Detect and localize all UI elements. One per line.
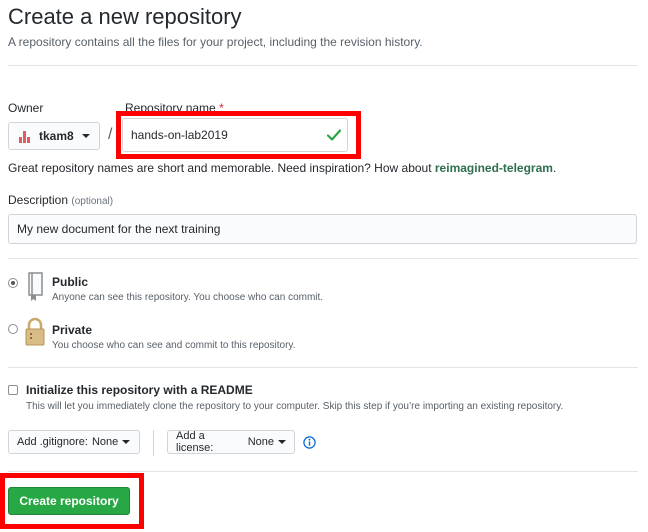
lock-icon [25,317,45,346]
divider [8,258,638,259]
readme-description: This will let you immediately clone the … [26,401,564,412]
private-label: Private [52,323,93,337]
public-radio[interactable] [8,278,18,288]
license-dropdown[interactable]: Add a license: None [167,430,295,454]
readme-label: Initialize this repository with a README [26,383,253,397]
caret-down-icon [122,440,131,444]
public-label: Public [52,275,89,289]
divider [8,471,638,472]
repo-book-icon [28,272,43,301]
readme-checkbox[interactable] [8,385,18,395]
public-description: Anyone can see this repository. You choo… [52,292,324,303]
create-button-highlight [0,473,144,529]
info-icon[interactable] [303,436,316,449]
gitignore-dropdown[interactable]: Add .gitignore: None [8,430,140,454]
separator [153,430,154,456]
private-description: You choose who can see and commit to thi… [52,340,296,351]
name-suggestion-link[interactable]: reimagined-telegram [435,161,553,175]
repo-name-highlight [116,111,361,159]
divider [8,367,638,368]
caret-down-icon [278,440,286,444]
owner-label: Owner [8,101,44,115]
caret-down-icon [81,134,90,138]
description-input[interactable]: My new document for the next training [8,214,637,244]
name-hint: Great repository names are short and mem… [8,161,557,175]
divider [8,65,638,66]
owner-avatar-icon [17,129,31,143]
owner-name: tkam8 [39,129,74,143]
description-label: Description (optional) [8,193,114,207]
page-title: Create a new repository [8,4,242,29]
owner-dropdown[interactable]: tkam8 [8,122,100,150]
owner-repo-separator: / [108,126,113,143]
page-subtitle: A repository contains all the files for … [8,35,423,49]
private-radio[interactable] [8,324,18,334]
